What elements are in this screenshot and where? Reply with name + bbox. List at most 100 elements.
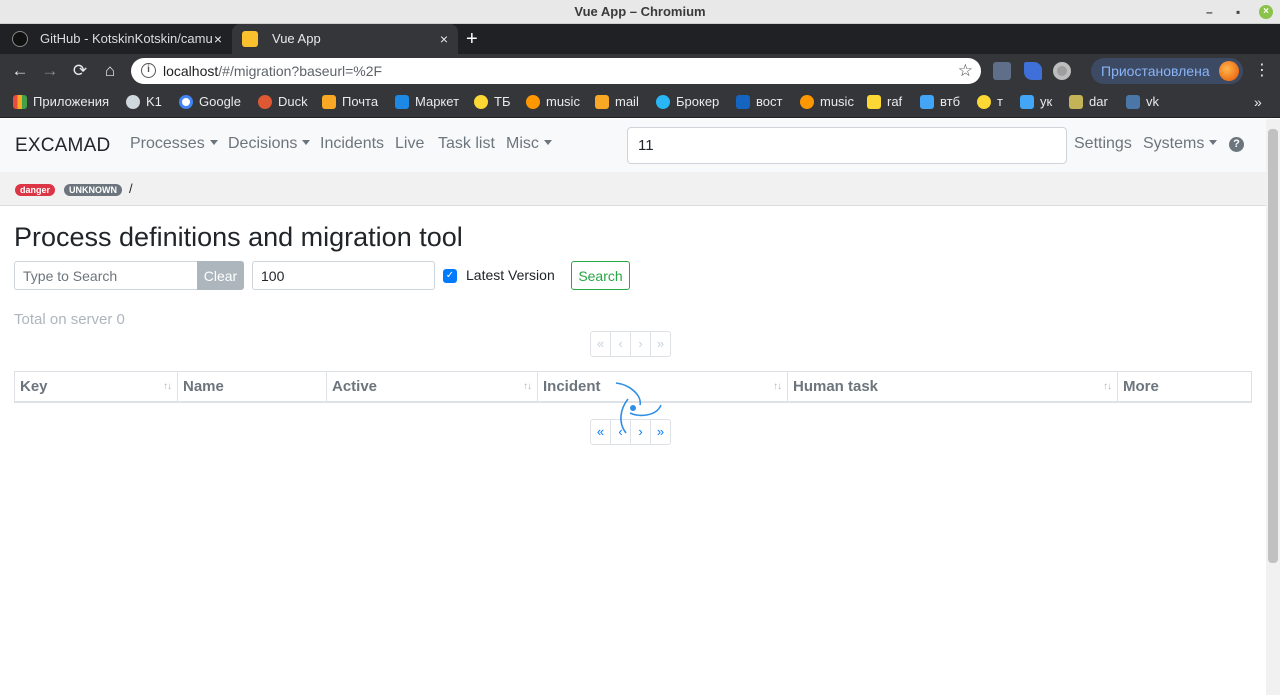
mail-extension-icon[interactable] — [993, 62, 1011, 80]
sort-icon[interactable]: ↑↓ — [523, 372, 532, 402]
first-page-button[interactable]: « — [590, 419, 611, 445]
column-header-human-task[interactable]: Human task ↑↓ — [788, 372, 1118, 402]
column-header-name: Name — [178, 372, 327, 402]
column-header-active[interactable]: Active ↑↓ — [327, 372, 538, 402]
search-button[interactable]: Search — [571, 261, 630, 290]
loading-spinner-icon — [615, 382, 662, 434]
bookmark-item[interactable]: т — [977, 88, 1003, 116]
bookmarks-bar: Приложения K1 Google Duck Почта Маркет Т… — [0, 88, 1280, 118]
github-icon — [12, 31, 28, 47]
prev-page-button[interactable]: ‹ — [610, 331, 631, 357]
nav-live[interactable]: Live — [395, 135, 424, 153]
forward-icon[interactable]: → — [39, 60, 61, 82]
window-titlebar: Vue App – Chromium – ▪ × — [0, 0, 1280, 24]
bookmark-item[interactable]: vk — [1126, 88, 1159, 116]
bookmark-item[interactable]: Брокер — [656, 88, 719, 116]
minimize-icon[interactable]: – — [1206, 4, 1213, 20]
url-text[interactable]: localhost/#/migration?baseurl=%2F — [163, 58, 382, 84]
menu-icon[interactable]: ⋮ — [1254, 60, 1270, 82]
column-header-incident[interactable]: Incident ↑↓ — [538, 372, 788, 402]
nav-processes[interactable]: Processes — [130, 135, 218, 153]
avatar — [1219, 61, 1239, 81]
url-path: /#/migration?baseurl=%2F — [218, 63, 383, 79]
url-host: localhost — [163, 63, 219, 79]
maximize-icon[interactable]: ▪ — [1236, 4, 1240, 20]
bookmark-item[interactable]: mail — [595, 88, 639, 116]
sort-icon[interactable]: ↑↓ — [163, 372, 172, 402]
bookmark-star-icon[interactable]: ☆ — [958, 58, 973, 84]
tab-label: GitHub - KotskinKotskin/camu — [40, 31, 213, 46]
profile-label: Приостановлена — [1101, 63, 1210, 79]
breadcrumb: danger UNKNOWN / — [0, 172, 1266, 206]
bookmarks-more-icon[interactable]: » — [1254, 88, 1262, 116]
info-icon[interactable]: i — [141, 63, 156, 78]
next-page-button[interactable]: › — [630, 331, 651, 357]
window-title: Vue App – Chromium — [574, 4, 706, 19]
bookmark-item[interactable]: Почта — [322, 88, 378, 116]
total-count: Total on server 0 — [14, 311, 125, 328]
bookmark-item[interactable]: Приложения — [13, 88, 109, 116]
browser-toolbar: ← → ⟳ ⌂ i localhost/#/migration?baseurl=… — [0, 54, 1280, 88]
clear-button[interactable]: Clear — [197, 261, 244, 290]
column-header-more: More — [1123, 378, 1159, 395]
nav-incidents[interactable]: Incidents — [320, 135, 384, 153]
bookmark-item[interactable]: dar — [1069, 88, 1108, 116]
home-icon[interactable]: ⌂ — [99, 60, 121, 82]
nav-decisions[interactable]: Decisions — [228, 135, 311, 153]
close-tab-icon[interactable]: × — [214, 24, 222, 54]
status-badge-danger: danger — [15, 184, 56, 196]
latest-version-checkbox[interactable]: ✓ — [443, 269, 457, 283]
bookmark-item[interactable]: Google — [179, 88, 241, 116]
address-bar[interactable]: i localhost/#/migration?baseurl=%2F ☆ — [131, 58, 981, 84]
mail-icon — [322, 95, 336, 109]
close-window-icon[interactable]: × — [1259, 5, 1273, 19]
nav-systems[interactable]: Systems — [1143, 135, 1218, 153]
dar-icon — [1069, 95, 1083, 109]
status-badge-unknown: UNKNOWN — [64, 184, 122, 196]
reload-icon[interactable]: ⟳ — [69, 60, 91, 82]
new-tab-button[interactable]: + — [466, 24, 478, 54]
bookmark-item[interactable]: K1 — [126, 88, 162, 116]
sort-icon[interactable]: ↑↓ — [773, 372, 782, 402]
latest-version-label[interactable]: Latest Version — [466, 267, 555, 283]
page-scrollbar[interactable] — [1266, 119, 1280, 695]
search-input[interactable] — [14, 261, 197, 290]
duck-icon — [258, 95, 272, 109]
record-extension-icon[interactable] — [1053, 62, 1071, 80]
app-navbar: EXCAMAD Processes Decisions Incidents Li… — [0, 119, 1266, 172]
last-page-button[interactable]: » — [650, 331, 671, 357]
shield-icon — [977, 95, 991, 109]
bookmark-item[interactable]: Duck — [258, 88, 308, 116]
cart-icon — [395, 95, 409, 109]
tab-vue-app[interactable]: Vue App × — [232, 24, 458, 54]
page-content: EXCAMAD Processes Decisions Incidents Li… — [0, 119, 1266, 695]
scrollbar-thumb[interactable] — [1268, 129, 1278, 563]
first-page-button[interactable]: « — [590, 331, 611, 357]
close-tab-icon[interactable]: × — [440, 24, 448, 54]
bookmark-item[interactable]: ТБ — [474, 88, 510, 116]
brand-link[interactable]: EXCAMAD — [15, 135, 110, 157]
nav-settings[interactable]: Settings — [1074, 135, 1132, 153]
bookmark-item[interactable]: music — [526, 88, 580, 116]
shield-icon — [474, 95, 488, 109]
bookmark-item[interactable]: raf — [867, 88, 902, 116]
bookmark-item[interactable]: втб — [920, 88, 960, 116]
bookmark-item[interactable]: Маркет — [395, 88, 459, 116]
tab-github[interactable]: GitHub - KotskinKotskin/camu × — [0, 24, 232, 54]
profile-button[interactable]: Приостановлена — [1091, 58, 1243, 84]
global-search-input[interactable] — [627, 127, 1067, 164]
help-icon[interactable]: ? — [1229, 137, 1244, 152]
column-header-key[interactable]: Key ↑↓ — [15, 372, 178, 402]
back-icon[interactable]: ← — [9, 60, 31, 82]
sort-icon[interactable]: ↑↓ — [1103, 372, 1112, 402]
nav-misc[interactable]: Misc — [506, 135, 552, 153]
bookmark-item[interactable]: ук — [1020, 88, 1052, 116]
chevron-down-icon — [1209, 140, 1218, 145]
tab-label: Vue App — [272, 31, 321, 46]
breadcrumb-separator: / — [129, 181, 133, 196]
limit-input[interactable] — [252, 261, 435, 290]
bookmark-item[interactable]: вост — [736, 88, 782, 116]
bookmark-item[interactable]: music — [800, 88, 854, 116]
flag-extension-icon[interactable] — [1024, 62, 1042, 80]
nav-task-list[interactable]: Task list — [438, 135, 495, 153]
